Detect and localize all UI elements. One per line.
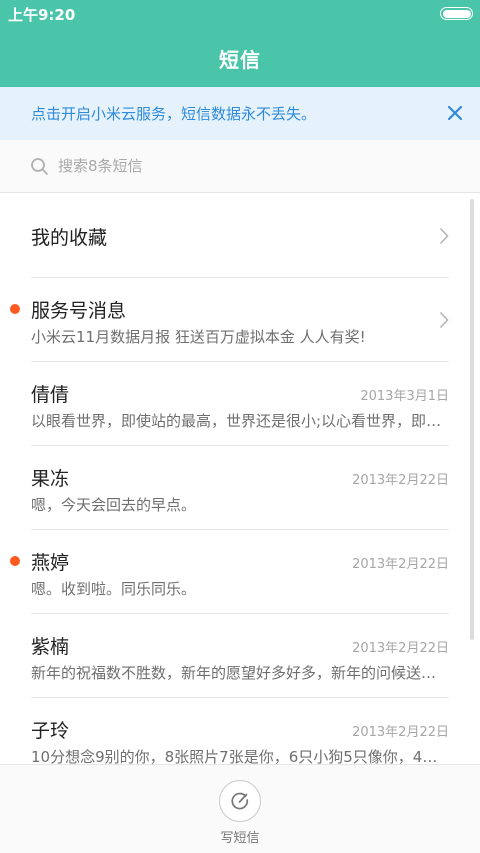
conversation-row[interactable]: 燕婷 2013年2月22日 嗯。收到啦。同乐同乐。: [10, 530, 449, 614]
conversation-row[interactable]: 果冻 2013年2月22日 嗯，今天会回去的早点。: [31, 446, 449, 530]
chevron-right-icon: [439, 227, 449, 245]
compose-label: 写短信: [220, 831, 260, 846]
favorites-label: 我的收藏: [31, 227, 108, 249]
service-title: 服务号消息: [31, 300, 127, 322]
compose-icon: [231, 792, 249, 810]
unread-dot: [10, 304, 20, 314]
search-input[interactable]: [58, 154, 438, 178]
contact-name: 果冻: [31, 468, 70, 490]
message-preview: 新年的祝福数不胜数，新年的愿望好多好多，新年的问候送给你: [31, 664, 449, 682]
contact-name: 倩倩: [31, 384, 70, 406]
unread-dot: [10, 556, 20, 566]
conversation-row[interactable]: 子玲 2013年2月22日 10分想念9别的你，8张照片7张是你，6只小狗5只像…: [31, 698, 449, 764]
search-icon: [30, 157, 49, 176]
compose-button[interactable]: [219, 780, 261, 822]
conversation-row[interactable]: 紫楠 2013年2月22日 新年的祝福数不胜数，新年的愿望好多好多，新年的问候送…: [31, 614, 449, 698]
service-messages-row[interactable]: 服务号消息 小米云11月数据月报 狂送百万虚拟本金 人人有奖!: [10, 278, 449, 362]
bottom-bar: 写短信: [0, 764, 480, 853]
scrollbar[interactable]: [470, 199, 474, 640]
search-bar[interactable]: [0, 140, 480, 193]
message-preview: 10分想念9别的你，8张照片7张是你，6只小狗5只像你，4处找你: [31, 748, 449, 764]
message-date: 2013年2月22日: [352, 557, 449, 572]
status-time: 上午9:20: [8, 6, 76, 24]
message-preview: 嗯，今天会回去的早点。: [31, 496, 197, 514]
status-bar: 上午9:20: [0, 0, 480, 28]
favorites-row[interactable]: 我的收藏: [31, 194, 449, 278]
page-title: 短信: [219, 48, 261, 72]
message-date: 2013年3月1日: [360, 389, 449, 404]
conversation-list[interactable]: 我的收藏 服务号消息 小米云11月数据月报 狂送百万虚拟本金 人人有奖! 倩倩 …: [0, 194, 480, 764]
chevron-right-icon: [439, 311, 449, 329]
close-icon[interactable]: [444, 102, 466, 124]
message-date: 2013年2月22日: [352, 725, 449, 740]
message-date: 2013年2月22日: [352, 641, 449, 656]
battery-icon: [440, 7, 473, 20]
title-bar: 短信: [0, 28, 480, 87]
message-date: 2013年2月22日: [352, 473, 449, 488]
contact-name: 紫楠: [31, 636, 70, 658]
service-preview: 小米云11月数据月报 狂送百万虚拟本金 人人有奖!: [31, 328, 366, 346]
conversation-row[interactable]: 倩倩 2013年3月1日 以眼看世界，即使站的最高，世界还是很小;以心看世界，即…: [31, 362, 449, 446]
contact-name: 燕婷: [31, 552, 70, 574]
message-preview: 以眼看世界，即使站的最高，世界还是很小;以心看世界，即使身处最低，世界也会变得很…: [31, 412, 449, 430]
cloud-sync-banner[interactable]: 点击开启小米云服务，短信数据永不丢失。: [0, 87, 480, 140]
contact-name: 子玲: [31, 720, 70, 742]
message-preview: 嗯。收到啦。同乐同乐。: [31, 580, 197, 598]
banner-text: 点击开启小米云服务，短信数据永不丢失。: [31, 105, 317, 123]
